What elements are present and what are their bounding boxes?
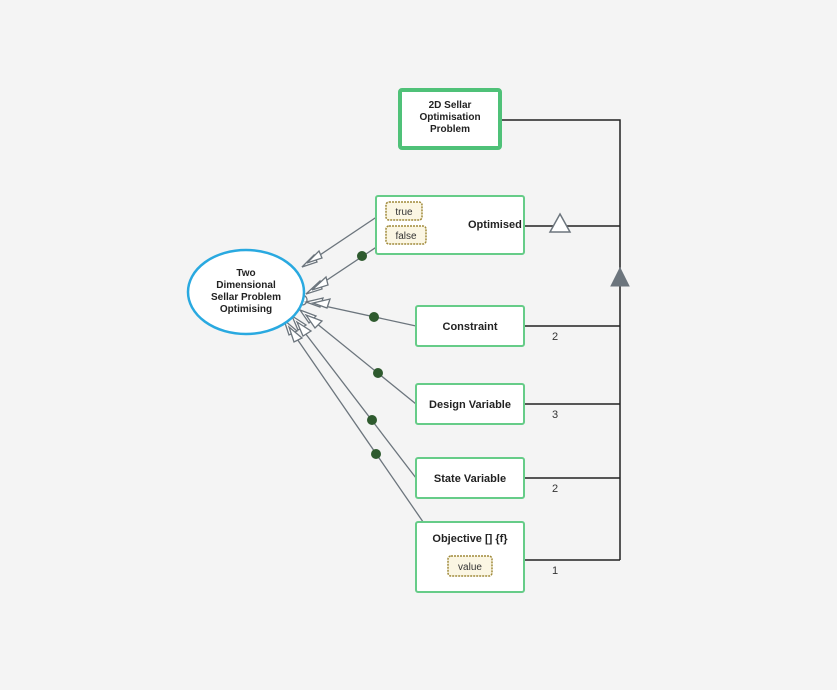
value-tag[interactable]: value: [448, 556, 492, 576]
design-variable-box[interactable]: Design Variable: [416, 384, 524, 424]
mult-constraint: 2: [552, 331, 558, 343]
svg-text:Design Variable: Design Variable: [429, 399, 511, 411]
false-tag[interactable]: false: [386, 226, 426, 244]
svg-text:Optimisation: Optimisation: [419, 112, 480, 123]
edges-to-state: [284, 208, 430, 532]
root-problem-box[interactable]: 2D Sellar Optimisation Problem: [400, 90, 500, 148]
objective-box[interactable]: Objective [] {f} value: [416, 522, 524, 592]
diagram-canvas: 2 3 2 1: [0, 0, 837, 690]
state-variable-box[interactable]: State Variable: [416, 458, 524, 498]
svg-text:State Variable: State Variable: [434, 473, 506, 485]
svg-text:Optimising: Optimising: [220, 304, 272, 315]
svg-text:Optimised: Optimised: [468, 219, 522, 231]
optimised-box[interactable]: Optimised true false: [376, 196, 524, 254]
svg-text:2D Sellar: 2D Sellar: [429, 100, 472, 111]
svg-text:Two: Two: [236, 268, 255, 279]
state-ellipse[interactable]: Two Dimensional Sellar Problem Optimisin…: [188, 250, 304, 334]
true-tag[interactable]: true: [386, 202, 422, 220]
svg-text:Sellar Problem: Sellar Problem: [211, 292, 281, 303]
constraint-box[interactable]: Constraint: [416, 306, 524, 346]
mult-objective: 1: [552, 565, 558, 577]
mult-design-variable: 3: [552, 409, 558, 421]
svg-text:true: true: [395, 207, 413, 218]
svg-text:value: value: [458, 562, 482, 573]
svg-text:Constraint: Constraint: [443, 321, 498, 333]
mult-state-variable: 2: [552, 483, 558, 495]
svg-text:Problem: Problem: [430, 124, 470, 135]
svg-text:Objective [] {f}: Objective [] {f}: [432, 533, 508, 545]
svg-text:false: false: [395, 231, 417, 242]
svg-text:Dimensional: Dimensional: [216, 280, 276, 291]
